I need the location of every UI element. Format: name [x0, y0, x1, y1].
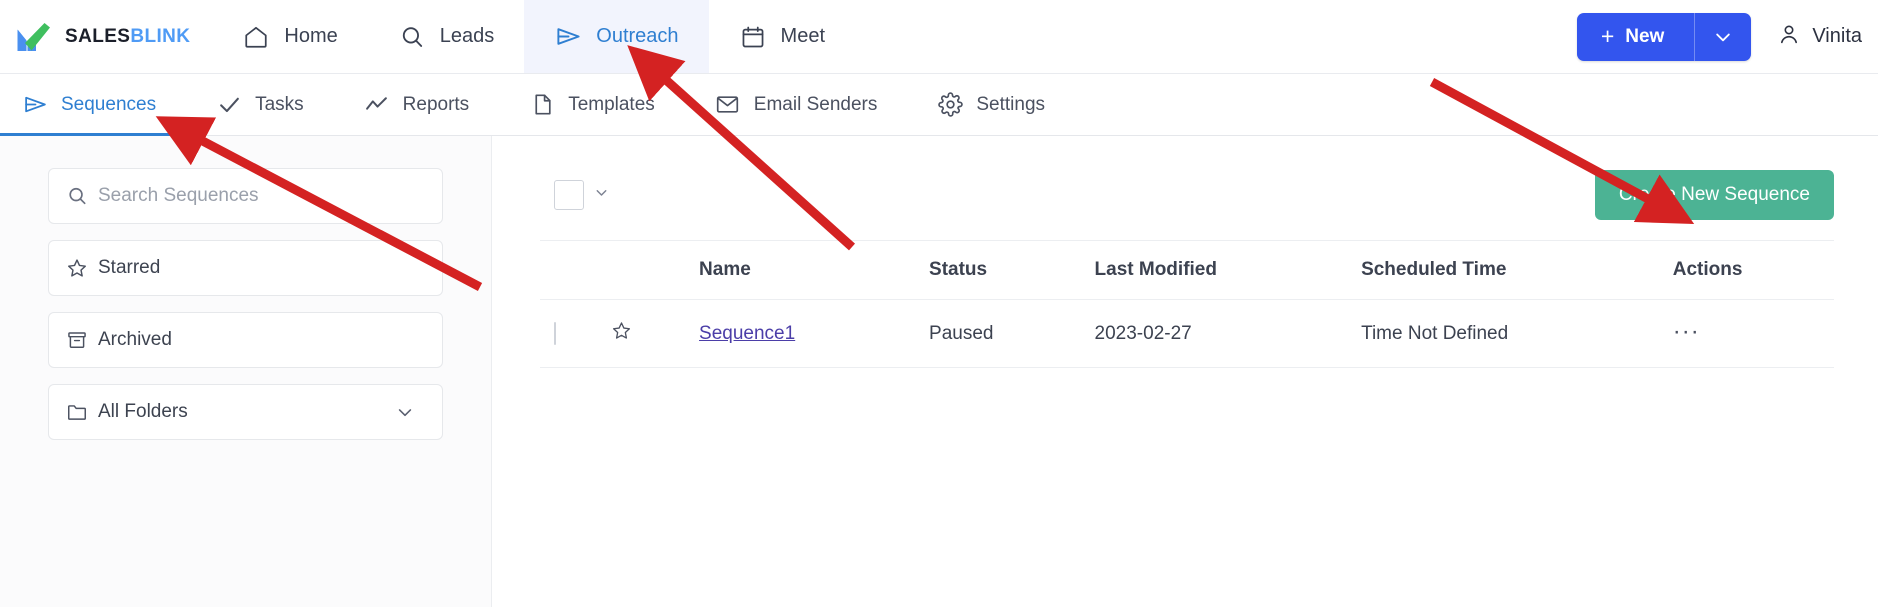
chevron-down-icon[interactable]	[1695, 27, 1751, 47]
star-icon[interactable]	[611, 322, 632, 346]
archive-icon	[65, 328, 89, 352]
nav-item-home-label: Home	[284, 25, 338, 47]
send-icon	[22, 92, 48, 118]
row-last-modified-cell: 2023-02-27	[1094, 299, 1362, 368]
nav-item-meet[interactable]: Meet	[709, 0, 855, 73]
tab-sequences-label: Sequences	[61, 93, 157, 115]
create-new-sequence-button[interactable]: Create New Sequence	[1594, 170, 1834, 220]
tab-email-senders[interactable]: Email Senders	[685, 74, 908, 135]
top-navigation-right: + New Vinita	[1576, 0, 1878, 73]
sidebar-item-starred[interactable]: Starred	[48, 240, 443, 296]
column-header-last-modified[interactable]: Last Modified	[1094, 240, 1362, 300]
sidebar-item-starred-label: Starred	[98, 257, 161, 278]
new-button-label: New	[1625, 25, 1665, 47]
new-button-main[interactable]: + New	[1577, 25, 1695, 48]
app-root: SALESBLINK Home Leads Outreach Meet + Ne…	[0, 0, 1878, 607]
user-menu[interactable]: Vinita	[1777, 22, 1868, 52]
sequences-table-body: Sequence1 Paused 2023-02-27 Time Not Def…	[540, 299, 1834, 368]
table-row[interactable]: Sequence1 Paused 2023-02-27 Time Not Def…	[540, 299, 1834, 368]
row-star-cell[interactable]	[610, 299, 700, 368]
sidebar-item-archived[interactable]: Archived	[48, 312, 443, 368]
column-header-scheduled-time[interactable]: Scheduled Time	[1361, 240, 1673, 300]
tab-email-senders-label: Email Senders	[753, 93, 878, 115]
sequences-table: Name Status Last Modified Scheduled Time…	[540, 240, 1834, 368]
logo-text-sales: SALES	[65, 25, 131, 47]
gear-icon	[937, 92, 963, 118]
nav-item-outreach[interactable]: Outreach	[524, 0, 709, 73]
search-input[interactable]	[98, 185, 426, 207]
row-actions-menu-icon[interactable]: ···	[1673, 318, 1700, 345]
tab-settings-label: Settings	[976, 93, 1046, 115]
row-scheduled-time-cell: Time Not Defined	[1361, 299, 1673, 368]
sidebar-item-all-folders[interactable]: All Folders	[48, 384, 443, 440]
main-toolbar: Create New Sequence	[540, 170, 1834, 234]
search-sequences-box[interactable]	[48, 168, 443, 224]
plus-icon: +	[1600, 23, 1615, 49]
user-name: Vinita	[1812, 25, 1862, 47]
logo-text-blink: BLINK	[130, 25, 191, 47]
column-header-checkbox	[540, 240, 611, 300]
star-icon	[65, 256, 89, 280]
home-icon	[242, 23, 270, 51]
sidebar-item-archived-label: Archived	[98, 329, 172, 350]
row-actions-cell[interactable]: ···	[1672, 299, 1834, 368]
row-name-cell[interactable]: Sequence1	[699, 299, 930, 368]
sequence-name-link[interactable]: Sequence1	[699, 323, 795, 344]
salesblink-logo-mark	[16, 21, 56, 53]
check-icon	[216, 92, 242, 118]
chevron-down-icon[interactable]	[593, 184, 610, 206]
sidebar-item-all-folders-label: All Folders	[98, 401, 188, 422]
column-header-name[interactable]: Name	[699, 240, 930, 300]
nav-item-home[interactable]: Home	[212, 0, 367, 73]
column-header-star	[610, 240, 700, 300]
search-icon	[398, 23, 426, 51]
tab-templates-label: Templates	[568, 93, 655, 115]
select-all-control[interactable]	[554, 180, 610, 210]
row-checkbox-cell[interactable]	[540, 299, 611, 368]
folder-icon	[65, 400, 89, 424]
sequences-main-panel: Create New Sequence Name Status Last Mod…	[492, 136, 1878, 607]
calendar-icon	[739, 23, 767, 51]
file-icon	[529, 92, 555, 118]
user-icon	[1777, 22, 1801, 52]
tab-reports[interactable]: Reports	[334, 74, 500, 135]
salesblink-logo-text: SALESBLINK	[65, 26, 190, 48]
nav-item-leads-label: Leads	[439, 25, 495, 47]
page-body: Starred Archived All F	[0, 136, 1878, 607]
column-header-actions: Actions	[1672, 240, 1834, 300]
tab-sequences[interactable]: Sequences	[0, 74, 187, 136]
nav-item-meet-label: Meet	[780, 25, 826, 47]
select-all-checkbox[interactable]	[554, 180, 584, 210]
envelope-icon	[715, 92, 741, 118]
row-status-cell: Paused	[929, 299, 1095, 368]
tab-settings[interactable]: Settings	[907, 74, 1075, 135]
salesblink-logo[interactable]: SALESBLINK	[0, 0, 212, 73]
row-checkbox[interactable]	[554, 321, 556, 345]
sub-navigation-bar: Sequences Tasks Reports Templates Email …	[0, 74, 1878, 136]
tab-reports-label: Reports	[402, 93, 470, 115]
send-icon	[554, 23, 582, 51]
search-icon	[65, 184, 89, 208]
sequences-table-head: Name Status Last Modified Scheduled Time…	[540, 240, 1834, 300]
column-header-status[interactable]: Status	[929, 240, 1095, 300]
chart-line-icon	[364, 92, 390, 118]
top-navigation-bar: SALESBLINK Home Leads Outreach Meet + Ne…	[0, 0, 1878, 74]
tab-templates[interactable]: Templates	[499, 74, 685, 135]
tab-tasks-label: Tasks	[255, 93, 304, 115]
chevron-down-icon[interactable]	[393, 400, 417, 424]
sequences-sidebar: Starred Archived All F	[0, 136, 492, 607]
nav-item-outreach-label: Outreach	[596, 25, 679, 47]
nav-item-leads[interactable]: Leads	[368, 0, 525, 73]
tab-tasks[interactable]: Tasks	[186, 74, 334, 135]
new-button[interactable]: + New	[1576, 12, 1752, 61]
table-header-row: Name Status Last Modified Scheduled Time…	[540, 240, 1834, 300]
